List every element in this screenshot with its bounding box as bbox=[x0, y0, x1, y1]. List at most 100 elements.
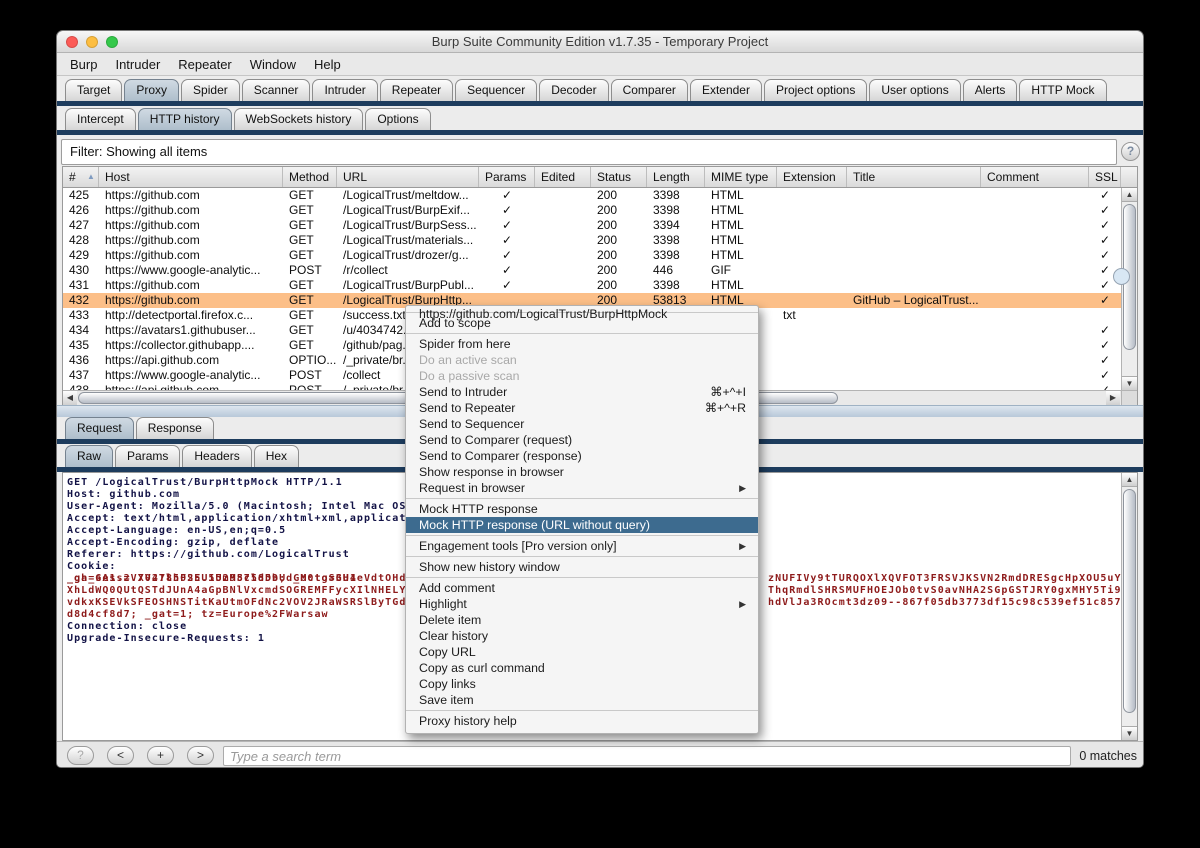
tab-repeater[interactable]: Repeater bbox=[379, 79, 454, 101]
filter-help-button[interactable]: ? bbox=[1121, 142, 1140, 161]
column-header-num[interactable]: # ▲ bbox=[63, 167, 99, 187]
menu-item-highlight[interactable]: Highlight ▶ bbox=[406, 596, 758, 612]
column-header-mime-type[interactable]: MIME type bbox=[705, 167, 777, 187]
menu-help[interactable]: Help bbox=[305, 57, 350, 72]
table-row-428[interactable]: 428 https://github.com GET/LogicalTrust/ma… bbox=[63, 233, 1121, 248]
cell-method: GET bbox=[289, 248, 314, 262]
tab-params[interactable]: Params bbox=[115, 445, 181, 467]
menu-item-send-to-intruder[interactable]: Send to Intruder ⌘+^+I bbox=[406, 384, 758, 400]
table-row-427[interactable]: 427 https://github.com GET/LogicalTrust/Bu… bbox=[63, 218, 1121, 233]
menu-item-send-to-sequencer[interactable]: Send to Sequencer bbox=[406, 416, 758, 432]
column-header-length[interactable]: Length bbox=[647, 167, 705, 187]
column-header-extension[interactable]: Extension bbox=[777, 167, 847, 187]
column-header-title[interactable]: Title bbox=[847, 167, 981, 187]
cell-mime-type: GIF bbox=[711, 263, 731, 277]
filter-bar[interactable]: Filter: Showing all items bbox=[61, 139, 1117, 165]
menu-item-send-to-repeater[interactable]: Send to Repeater ⌘+^+R bbox=[406, 400, 758, 416]
table-vertical-scrollbar[interactable]: ▲ ▼ bbox=[1113, 188, 1137, 390]
column-header-status[interactable]: Status bbox=[591, 167, 647, 187]
column-header-method[interactable]: Method bbox=[283, 167, 337, 187]
menu-item-show-response-in-browser[interactable]: Show response in browser bbox=[406, 464, 758, 480]
column-header-params[interactable]: Params bbox=[479, 167, 535, 187]
cell-ssl: ✓ bbox=[1099, 293, 1111, 307]
menu-item-label: Copy URL bbox=[419, 645, 476, 659]
column-header-edited[interactable]: Edited bbox=[535, 167, 591, 187]
tab-spider[interactable]: Spider bbox=[181, 79, 240, 101]
editor-vertical-scrollbar[interactable]: ▲ ▼ bbox=[1121, 473, 1137, 740]
tab-decoder[interactable]: Decoder bbox=[539, 79, 609, 101]
table-row-429[interactable]: 429 https://github.com GET/LogicalTrust/dr… bbox=[63, 248, 1121, 263]
tab-intruder[interactable]: Intruder bbox=[312, 79, 378, 101]
table-row-430[interactable]: 430 https://www.google-analytic... POST/r/… bbox=[63, 263, 1121, 278]
menu-item-label: Send to Sequencer bbox=[419, 417, 525, 431]
menu-item-copy-links[interactable]: Copy links bbox=[406, 676, 758, 692]
tab-http-history[interactable]: HTTP history bbox=[137, 108, 232, 130]
tab-proxy[interactable]: Proxy bbox=[124, 79, 180, 101]
cell-mime-type: HTML bbox=[711, 248, 744, 262]
menu-item-proxy-history-help[interactable]: Proxy history help bbox=[406, 713, 758, 729]
search-add-button[interactable]: + bbox=[147, 746, 174, 765]
tab-intercept[interactable]: Intercept bbox=[65, 108, 136, 130]
table-row-426[interactable]: 426 https://github.com GET/LogicalTrust/Bu… bbox=[63, 203, 1121, 218]
scroll-right-icon[interactable]: ▶ bbox=[1106, 391, 1120, 405]
tab-sequencer[interactable]: Sequencer bbox=[455, 79, 538, 101]
tab-raw[interactable]: Raw bbox=[65, 445, 114, 467]
tab-hex[interactable]: Hex bbox=[253, 445, 300, 467]
cell-method: GET bbox=[289, 233, 314, 247]
search-next-button[interactable]: > bbox=[187, 746, 214, 765]
menu-burp[interactable]: Burp bbox=[61, 57, 106, 72]
tab-extender[interactable]: Extender bbox=[689, 79, 762, 101]
scroll-down-icon[interactable]: ▼ bbox=[1122, 726, 1137, 740]
tab-scanner[interactable]: Scanner bbox=[241, 79, 311, 101]
tab-response[interactable]: Response bbox=[135, 417, 214, 439]
search-previous-button[interactable]: < bbox=[107, 746, 134, 765]
tab-user-options[interactable]: User options bbox=[869, 79, 961, 101]
table-row-425[interactable]: 425 https://github.com GET/LogicalTrust/me… bbox=[63, 188, 1121, 203]
menu-item-copy-as-curl-command[interactable]: Copy as curl command bbox=[406, 660, 758, 676]
cell-status: 200 bbox=[597, 263, 618, 277]
column-header-url[interactable]: URL bbox=[337, 167, 479, 187]
table-row-431[interactable]: 431 https://github.com GET/LogicalTrust/Bu… bbox=[63, 278, 1121, 293]
cell-mime-type: HTML bbox=[711, 188, 744, 202]
search-input[interactable] bbox=[223, 746, 1071, 766]
tab-request[interactable]: Request bbox=[65, 417, 134, 439]
tab-project-options[interactable]: Project options bbox=[763, 79, 868, 101]
menu-item-mock-http-response[interactable]: Mock HTTP response bbox=[406, 501, 758, 517]
tab-alerts[interactable]: Alerts bbox=[962, 79, 1018, 101]
menu-item-add-comment[interactable]: Add comment bbox=[406, 580, 758, 596]
menu-item-send-to-comparer-request[interactable]: Send to Comparer (request) bbox=[406, 432, 758, 448]
menu-item-clear-history[interactable]: Clear history bbox=[406, 628, 758, 644]
tab-http-mock[interactable]: HTTP Mock bbox=[1019, 79, 1107, 101]
editor-scroll-thumb[interactable] bbox=[1123, 489, 1136, 713]
column-header-comment[interactable]: Comment bbox=[981, 167, 1089, 187]
scroll-up-icon[interactable]: ▲ bbox=[1122, 473, 1137, 487]
title-bar[interactable]: Burp Suite Community Edition v1.7.35 - T… bbox=[57, 31, 1143, 53]
menu-item-engagement-tools-pro-version-only[interactable]: Engagement tools [Pro version only] ▶ bbox=[406, 538, 758, 554]
menu-intruder[interactable]: Intruder bbox=[106, 57, 169, 72]
scroll-left-icon[interactable]: ◀ bbox=[63, 391, 77, 405]
tab-comparer[interactable]: Comparer bbox=[610, 79, 688, 101]
column-header-ssl[interactable]: SSL bbox=[1089, 167, 1121, 187]
menu-item-label: Do an active scan bbox=[419, 353, 517, 367]
menu-item-mock-http-response-url-without-query[interactable]: Mock HTTP response (URL without query) bbox=[406, 517, 758, 533]
menu-item-request-in-browser[interactable]: Request in browser ▶ bbox=[406, 480, 758, 496]
tab-target[interactable]: Target bbox=[65, 79, 123, 101]
menu-item-do-an-active-scan[interactable]: Do an active scan bbox=[406, 352, 758, 368]
menu-item-save-item[interactable]: Save item bbox=[406, 692, 758, 708]
tab-options[interactable]: Options bbox=[365, 108, 431, 130]
scroll-up-icon[interactable]: ▲ bbox=[1122, 188, 1137, 202]
menu-item-delete-item[interactable]: Delete item bbox=[406, 612, 758, 628]
menu-item-do-a-passive-scan[interactable]: Do a passive scan bbox=[406, 368, 758, 384]
scroll-bubble[interactable] bbox=[1113, 268, 1130, 285]
tab-headers[interactable]: Headers bbox=[182, 445, 252, 467]
menu-item-show-new-history-window[interactable]: Show new history window bbox=[406, 559, 758, 575]
menu-window[interactable]: Window bbox=[241, 57, 305, 72]
menu-repeater[interactable]: Repeater bbox=[169, 57, 240, 72]
search-help-button[interactable]: ? bbox=[67, 746, 94, 765]
scroll-down-icon[interactable]: ▼ bbox=[1122, 376, 1137, 390]
menu-item-send-to-comparer-response[interactable]: Send to Comparer (response) bbox=[406, 448, 758, 464]
menu-item-copy-url[interactable]: Copy URL bbox=[406, 644, 758, 660]
column-header-host[interactable]: Host bbox=[99, 167, 283, 187]
menu-item-spider-from-here[interactable]: Spider from here bbox=[406, 336, 758, 352]
tab-websockets-history[interactable]: WebSockets history bbox=[233, 108, 364, 130]
